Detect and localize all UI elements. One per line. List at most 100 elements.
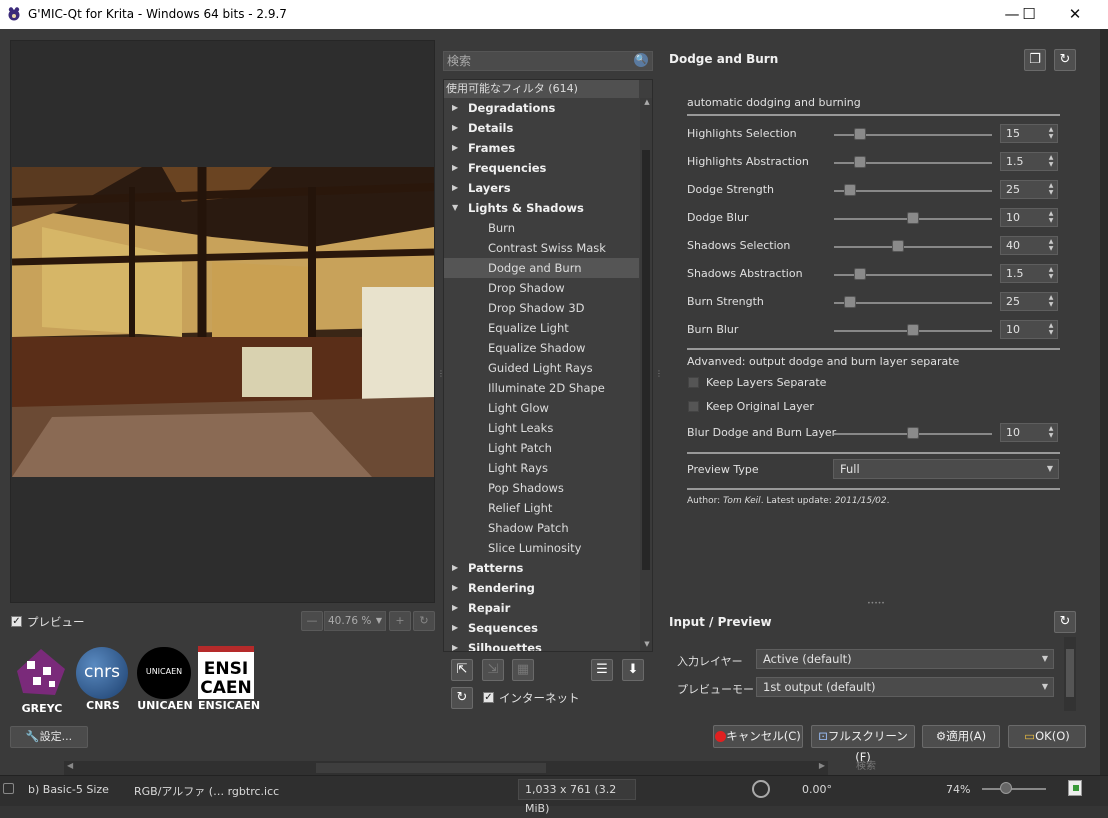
rotation-icon[interactable] xyxy=(752,780,770,798)
blur-layer-slider-handle[interactable] xyxy=(907,427,919,439)
slider-spinbox[interactable]: 10 ▲ ▼ xyxy=(1000,208,1058,227)
filter-tree[interactable]: 使用可能なフィルタ (614) ▶ Degradations ▶ Details ▶ Fr… xyxy=(443,79,653,652)
slider-handle[interactable] xyxy=(854,268,866,280)
spin-arrows-icon[interactable]: ▲ ▼ xyxy=(1046,238,1056,253)
collapsed-arrow-icon[interactable]: ▶ xyxy=(452,558,458,578)
slider-spinbox[interactable]: 40 ▲ ▼ xyxy=(1000,236,1058,255)
filter-item[interactable]: Equalize Light xyxy=(444,318,639,338)
collapsed-arrow-icon[interactable]: ▶ xyxy=(452,158,458,178)
filter-item[interactable]: Relief Light xyxy=(444,498,639,518)
keep-original-layer-checkbox[interactable] xyxy=(688,401,699,412)
spin-arrows-icon[interactable]: ▲ ▼ xyxy=(1046,322,1056,337)
keep-layers-separate-checkbox[interactable] xyxy=(688,377,699,388)
zoom-out-button[interactable]: — xyxy=(301,611,323,631)
filter-category[interactable]: ▶ Silhouettes xyxy=(444,638,639,651)
filter-item[interactable]: Burn xyxy=(444,218,639,238)
image-size-info[interactable]: 1,033 x 761 (3.2 MiB) xyxy=(518,779,636,815)
filter-item[interactable]: Illuminate 2D Shape xyxy=(444,378,639,398)
scroll-down-icon[interactable]: ▼ xyxy=(642,640,652,650)
io-scrollbar[interactable] xyxy=(1064,637,1076,711)
filter-search-input[interactable]: 検索 🔍 xyxy=(443,51,653,71)
left-splitter-handle[interactable]: ⋮ xyxy=(437,369,445,389)
filter-tree-scroll-thumb[interactable] xyxy=(642,150,650,570)
filter-category[interactable]: ▶ Patterns xyxy=(444,558,639,578)
spin-arrows-icon[interactable]: ▲ ▼ xyxy=(1046,126,1056,141)
scroll-up-icon[interactable]: ▲ xyxy=(642,98,652,108)
filter-item[interactable]: Light Glow xyxy=(444,398,639,418)
right-splitter-handle[interactable]: ⋮ xyxy=(655,369,663,389)
slider-spinbox[interactable]: 25 ▲ ▼ xyxy=(1000,180,1058,199)
filter-item[interactable]: Dodge and Burn xyxy=(444,258,639,278)
zoom-slider-handle[interactable] xyxy=(1000,782,1012,794)
slider-handle[interactable] xyxy=(854,156,866,168)
slider-spinbox[interactable]: 15 ▲ ▼ xyxy=(1000,124,1058,143)
preview-area[interactable] xyxy=(10,40,435,603)
filter-category[interactable]: ▶ Frequencies xyxy=(444,158,639,178)
filter-item[interactable]: Light Patch xyxy=(444,438,639,458)
filter-item[interactable]: Equalize Shadow xyxy=(444,338,639,358)
spin-arrows-icon[interactable]: ▲ ▼ xyxy=(1046,266,1056,281)
filter-item[interactable]: Drop Shadow xyxy=(444,278,639,298)
settings-button[interactable]: 🔧設定... xyxy=(10,726,88,748)
collapsed-arrow-icon[interactable]: ▶ xyxy=(452,138,458,158)
add-favorite-button[interactable]: ⇱ xyxy=(451,659,473,681)
refresh-filters-button[interactable]: ↻ xyxy=(451,687,473,709)
filter-category[interactable]: ▶ Details xyxy=(444,118,639,138)
slider-track[interactable] xyxy=(834,246,992,248)
filter-category[interactable]: ▶ Rendering xyxy=(444,578,639,598)
filter-category[interactable]: ▼ Lights & Shadows xyxy=(444,198,639,218)
slider-handle[interactable] xyxy=(844,184,856,196)
expanded-arrow-icon[interactable]: ▼ xyxy=(452,198,458,218)
collapsed-arrow-icon[interactable]: ▶ xyxy=(452,618,458,638)
spin-arrows-icon[interactable]: ▲ ▼ xyxy=(1046,210,1056,225)
remove-favorite-button[interactable]: ⇲ xyxy=(482,659,504,681)
spin-arrows-icon[interactable]: ▲ ▼ xyxy=(1046,294,1056,309)
maximize-button[interactable]: ☐ xyxy=(1006,0,1052,29)
slider-handle[interactable] xyxy=(844,296,856,308)
collapsed-arrow-icon[interactable]: ▶ xyxy=(452,578,458,598)
collapsed-arrow-icon[interactable]: ▶ xyxy=(452,178,458,198)
slider-spinbox[interactable]: 1.5 ▲ ▼ xyxy=(1000,264,1058,283)
ok-button[interactable]: ▭OK(O) xyxy=(1008,725,1086,748)
apply-button[interactable]: ⚙適用(A) xyxy=(922,725,1000,748)
filter-item[interactable]: Light Rays xyxy=(444,458,639,478)
scroll-left-icon[interactable]: ◀ xyxy=(67,761,73,770)
io-scroll-thumb[interactable] xyxy=(1066,649,1074,697)
spin-arrows-icon[interactable]: ▲ ▼ xyxy=(1046,182,1056,197)
fullscreen-button[interactable]: ⊡フルスクリーン(F) xyxy=(811,725,915,764)
cancel-button[interactable]: キャンセル(C) xyxy=(713,725,803,748)
filter-category[interactable]: ▶ Sequences xyxy=(444,618,639,638)
reset-io-button[interactable]: ↻ xyxy=(1054,611,1076,633)
document-icon[interactable] xyxy=(1068,780,1082,796)
filter-item[interactable]: Shadow Patch xyxy=(444,518,639,538)
canvas-scroll-thumb[interactable] xyxy=(316,763,546,773)
input-layer-select[interactable]: Active (default) ▼ xyxy=(756,649,1054,669)
rename-favorite-button[interactable]: ▦ xyxy=(512,659,534,681)
reset-zoom-button[interactable]: ↻ xyxy=(413,611,435,631)
slider-spinbox[interactable]: 10 ▲ ▼ xyxy=(1000,320,1058,339)
expand-collapse-button[interactable]: ⬇ xyxy=(622,659,644,681)
filter-item[interactable]: Guided Light Rays xyxy=(444,358,639,378)
spin-arrows-icon[interactable]: ▲ ▼ xyxy=(1046,425,1056,440)
slider-spinbox[interactable]: 1.5 ▲ ▼ xyxy=(1000,152,1058,171)
collapsed-arrow-icon[interactable]: ▶ xyxy=(452,598,458,618)
close-button[interactable]: ✕ xyxy=(1052,0,1098,29)
scroll-right-icon[interactable]: ▶ xyxy=(819,761,825,770)
filter-item[interactable]: Light Leaks xyxy=(444,418,639,438)
preview-type-select[interactable]: Full ▼ xyxy=(833,459,1059,479)
zoom-slider-track[interactable] xyxy=(982,788,1046,790)
slider-track[interactable] xyxy=(834,190,992,192)
preview-mode-select[interactable]: 1st output (default) ▼ xyxy=(756,677,1054,697)
preview-checkbox[interactable]: ✓ xyxy=(11,616,22,627)
colorspace-info[interactable]: RGB/アルファ (… rgbtrc.icc xyxy=(134,783,279,799)
reset-params-button[interactable]: ↻ xyxy=(1054,49,1076,71)
collapsed-arrow-icon[interactable]: ▶ xyxy=(452,638,458,651)
collapsed-arrow-icon[interactable]: ▶ xyxy=(452,98,458,118)
filter-category[interactable]: ▶ Degradations xyxy=(444,98,639,118)
brush-preset-icon[interactable] xyxy=(3,783,14,794)
filter-category[interactable]: ▶ Frames xyxy=(444,138,639,158)
filter-item[interactable]: Drop Shadow 3D xyxy=(444,298,639,318)
copy-command-button[interactable]: ❐ xyxy=(1024,49,1046,71)
slider-handle[interactable] xyxy=(892,240,904,252)
filter-item[interactable]: Contrast Swiss Mask xyxy=(444,238,639,258)
